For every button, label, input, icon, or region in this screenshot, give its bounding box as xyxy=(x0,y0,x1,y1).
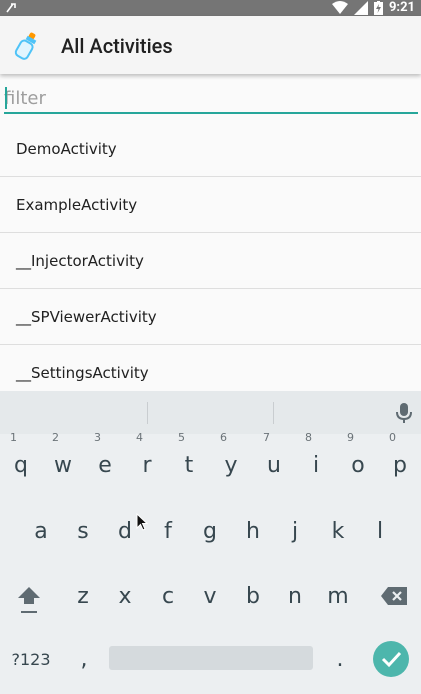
key-a[interactable]: a xyxy=(20,519,62,544)
key-q[interactable]: 1q xyxy=(0,431,42,478)
key-o[interactable]: 9o xyxy=(337,431,379,478)
mouse-pointer-icon xyxy=(136,513,148,531)
key-z[interactable]: z xyxy=(62,584,104,609)
key-y[interactable]: 6y xyxy=(210,431,252,478)
key-i[interactable]: 8i xyxy=(295,431,337,478)
status-time: 9:21 xyxy=(388,0,415,15)
key-comma[interactable]: , xyxy=(66,647,102,672)
symbols-key[interactable]: ?123 xyxy=(8,650,54,669)
list-item[interactable]: ExampleActivity xyxy=(0,177,421,233)
list-item[interactable]: __InjectorActivity xyxy=(0,233,421,289)
key-r[interactable]: 4r xyxy=(126,431,168,478)
battery-charging-icon xyxy=(373,1,383,15)
soft-keyboard: 1q 2w 3e 4r 5t 6y 7u 8i 9o 0p a s d f g … xyxy=(0,391,421,694)
notification-icon xyxy=(6,3,16,13)
key-b[interactable]: b xyxy=(232,584,274,609)
key-f[interactable]: f xyxy=(147,519,189,544)
backspace-icon[interactable] xyxy=(381,587,407,605)
key-h[interactable]: h xyxy=(232,519,274,544)
suggestion-divider xyxy=(147,402,148,424)
key-m[interactable]: m xyxy=(317,584,359,609)
key-s[interactable]: s xyxy=(62,519,104,544)
suggestion-strip xyxy=(0,391,421,434)
key-n[interactable]: n xyxy=(274,584,316,609)
app-bar: All Activities xyxy=(0,16,421,74)
key-t[interactable]: 5t xyxy=(168,431,210,478)
enter-button[interactable] xyxy=(373,641,409,677)
page-title: All Activities xyxy=(61,34,173,58)
key-l[interactable]: l xyxy=(359,519,401,544)
shift-icon[interactable] xyxy=(16,585,42,615)
key-p[interactable]: 0p xyxy=(379,431,421,478)
key-x[interactable]: x xyxy=(104,584,146,609)
key-period[interactable]: . xyxy=(322,647,358,672)
key-u[interactable]: 7u xyxy=(253,431,295,478)
activity-list: DemoActivity ExampleActivity __InjectorA… xyxy=(0,121,421,401)
microphone-icon[interactable] xyxy=(395,402,413,424)
text-cursor xyxy=(5,87,7,109)
key-w[interactable]: 2w xyxy=(42,431,84,478)
baby-bottle-icon xyxy=(14,32,37,60)
list-item[interactable]: DemoActivity xyxy=(0,121,421,177)
suggestion-divider xyxy=(273,402,274,424)
key-k[interactable]: k xyxy=(317,519,359,544)
filter-input[interactable] xyxy=(4,84,418,114)
key-g[interactable]: g xyxy=(189,519,231,544)
status-bar: 9:21 xyxy=(0,0,421,16)
key-v[interactable]: v xyxy=(189,584,231,609)
list-item[interactable]: __SPViewerActivity xyxy=(0,289,421,345)
wifi-icon xyxy=(331,1,348,14)
key-c[interactable]: c xyxy=(147,584,189,609)
signal-icon xyxy=(353,1,368,15)
key-j[interactable]: j xyxy=(274,519,316,544)
filter-field[interactable] xyxy=(4,84,418,114)
key-e[interactable]: 3e xyxy=(84,431,126,478)
check-icon xyxy=(381,651,402,668)
spacebar[interactable] xyxy=(109,646,313,670)
